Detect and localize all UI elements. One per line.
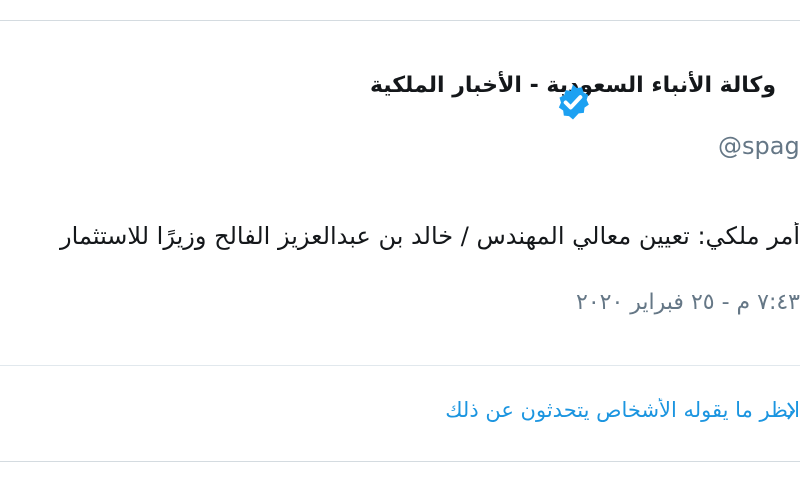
divider <box>0 365 800 366</box>
chevron-right-icon <box>787 402 796 420</box>
people-talking-link[interactable]: انظر ما يقوله الأشخاص يتحدثون عن ذلك <box>0 398 800 422</box>
author-handle[interactable]: @spagov <box>718 132 800 160</box>
tweet-timestamp[interactable]: ٧:٤٣ م - ٢٥ فبراير ٢٠٢٠ <box>0 290 800 315</box>
tweet-text: أمر ملكي: تعيين معالي المهندس / خالد بن … <box>60 222 800 250</box>
verified-badge-icon <box>558 84 589 120</box>
